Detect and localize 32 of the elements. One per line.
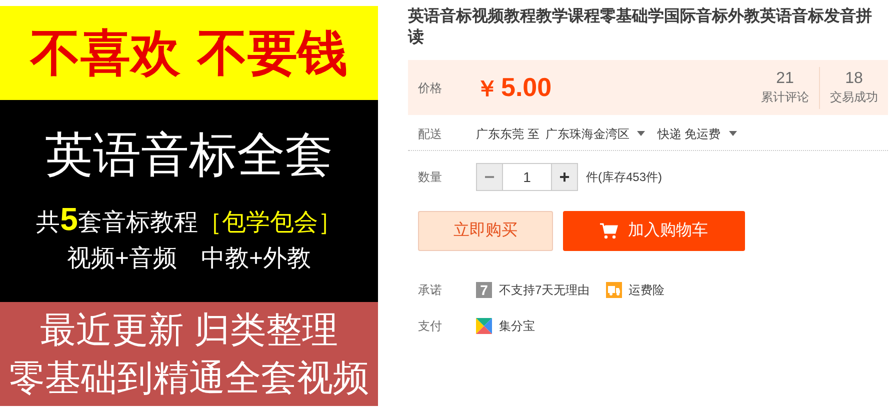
payment-label: 支付 bbox=[418, 318, 443, 335]
stat-value: 18 bbox=[845, 70, 863, 88]
truck-icon bbox=[606, 282, 622, 298]
stat-label: 交易成功 bbox=[830, 88, 878, 106]
caret-icon bbox=[728, 131, 737, 136]
banner-tag: ［包学包会］ bbox=[198, 211, 342, 235]
increment-button[interactable]: + bbox=[551, 163, 578, 191]
banner-text: 共5套音标教程 bbox=[36, 203, 198, 235]
delivery-label: 配送 bbox=[418, 126, 443, 142]
product-title: 英语音标视频教程教学课程零基础学国际音标外教英语音标发音拼读 bbox=[408, 6, 873, 48]
caret-icon bbox=[637, 131, 646, 136]
destination-dropdown[interactable]: 广东珠海金湾区 bbox=[545, 124, 646, 142]
promise-label: 承诺 bbox=[418, 282, 443, 299]
promise-text: 运费险 bbox=[628, 282, 665, 299]
stat-label: 累计评论 bbox=[761, 88, 809, 106]
banner-text: 视频+音频 中教+外教 bbox=[66, 247, 312, 271]
payment-icon bbox=[476, 318, 492, 334]
origin-text: 广东东莞 至 bbox=[476, 126, 540, 142]
stock-text: 件(库存453件) bbox=[586, 169, 662, 186]
price-label: 价格 bbox=[418, 80, 443, 96]
price: ￥5.00 bbox=[476, 71, 552, 104]
promise-text: 不支持7天无理由 bbox=[499, 282, 590, 299]
banner-headline: 不喜欢 不要钱 bbox=[30, 28, 348, 78]
quantity-label: 数量 bbox=[418, 169, 443, 186]
payment-method: 集分宝 bbox=[499, 318, 535, 335]
banner-title: 英语音标全套 bbox=[45, 131, 333, 179]
banner-text: 最近更新 归类整理 bbox=[40, 308, 338, 352]
seven-day-icon: 7 bbox=[476, 282, 492, 298]
shipping-dropdown[interactable]: 快递 免运费 bbox=[657, 124, 737, 142]
stat-value: 21 bbox=[776, 70, 794, 88]
cart-icon bbox=[600, 223, 618, 239]
banner-text: 零基础到精通全套视频 bbox=[9, 356, 369, 400]
